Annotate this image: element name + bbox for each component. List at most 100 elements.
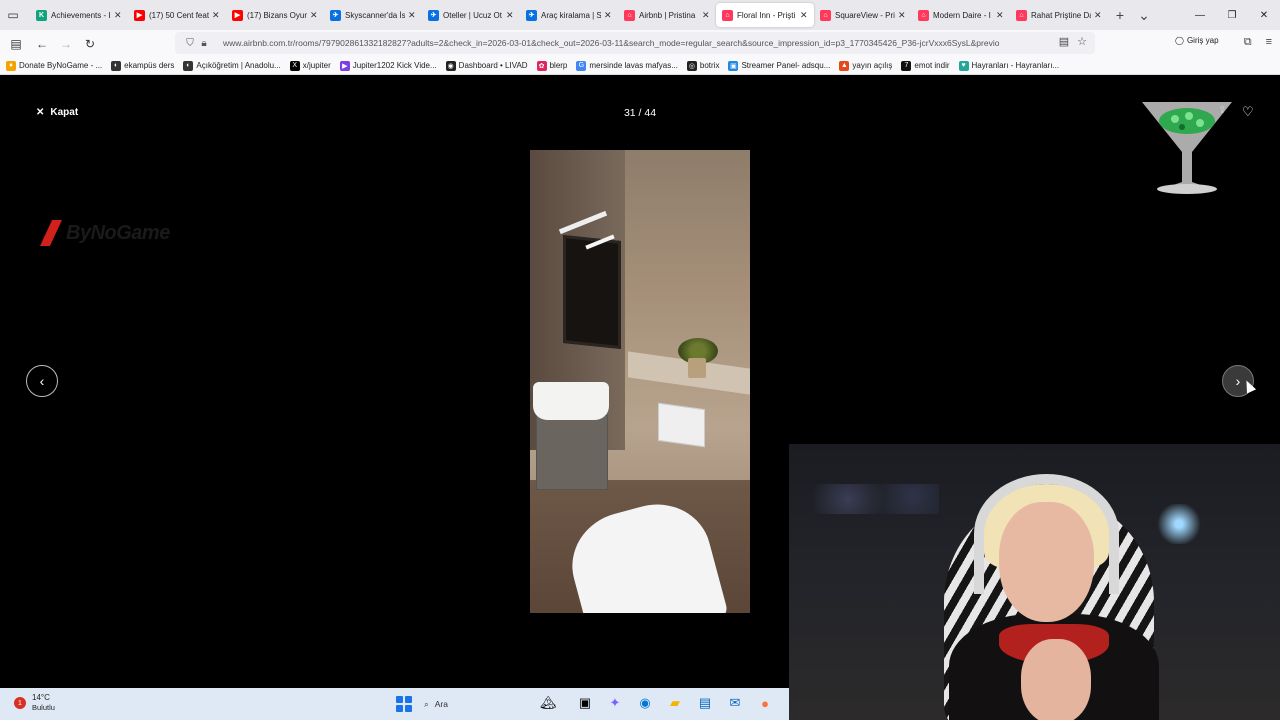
tracking-shield-icon[interactable]: ⛉ [183,38,197,49]
bookmark-item[interactable]: ♦ Donate ByNoGame - ... [6,60,102,71]
edge-icon[interactable]: ◉ [634,692,656,714]
tab-favicon-icon: ⌂ [1016,9,1027,21]
tab-close-icon[interactable]: ✕ [800,10,808,21]
close-window-button[interactable]: ✕ [1248,0,1280,30]
bookmark-item[interactable]: ◎ botrix [686,60,719,71]
bookmark-item[interactable]: ◉ Dashboard • LIVAD [445,60,528,71]
tab-title: Achievements - I [51,10,111,20]
bookmark-favicon-icon: ◉ [445,60,456,71]
bookmark-label: mersinde lavas mafyas... [589,61,678,70]
browser-tab[interactable]: ▶ (17) 50 Cent feat ✕ [128,3,226,27]
bookmark-label: ekampüs ders [124,61,175,70]
browser-tab[interactable]: ⌂ Modern Daire - I ✕ [912,3,1010,27]
tab-close-icon[interactable]: ✕ [898,10,906,21]
browser-tab[interactable]: ⌂ Floral Inn - Prişti ✕ [716,3,814,27]
tab-close-icon[interactable]: ✕ [996,10,1004,21]
lock-icon[interactable]: 🔒︎ [197,38,211,49]
browser-tab[interactable]: ⌂ Rahat Priştine Da ✕ [1010,3,1108,27]
window-controls: — ❐ ✕ [1184,0,1280,30]
browser-tab[interactable]: ⌂ Airbnb | Pristina ✕ [618,3,716,27]
start-button[interactable] [396,696,412,712]
maximize-button[interactable]: ❐ [1216,0,1248,30]
previous-photo-button[interactable]: ‹ [26,365,58,397]
screen: ▭ K Achievements - I ✕ ▶ (17) 50 Cent feat ✕ ▶… [0,0,1280,720]
tab-close-icon[interactable]: ✕ [604,10,612,21]
bookmark-item[interactable]: Gmersinde lavas mafyas... [576,60,678,71]
new-tab-button[interactable]: + [1108,3,1132,27]
tab-close-icon[interactable]: ✕ [212,10,220,21]
tab-title: Araç kiralama | S [541,10,601,20]
browser-tab[interactable]: ⌂ SquareView - Pri ✕ [814,3,912,27]
store-icon[interactable]: ▤ [694,692,716,714]
bookmark-favicon-icon: ♥ [958,60,969,71]
account-button[interactable]: ◯ Giriş yap [1175,36,1219,45]
tab-close-icon[interactable]: ✕ [702,10,710,21]
minimize-button[interactable]: — [1184,0,1216,30]
browser-tab[interactable]: ▶ (17) Bizans Oyun ✕ [226,3,324,27]
close-viewer-button[interactable]: ✕ Kapat [36,107,78,118]
bookmark-item[interactable]: 7 emot indir [901,60,950,71]
copilot-icon[interactable]: ✦ [604,692,626,714]
reload-button[interactable]: ↻ [78,32,102,56]
tab-close-icon[interactable]: ✕ [1094,10,1102,21]
bookmarks-bar: ♦ Donate ByNoGame - ... ◐ ekampüs ders ◐ Açık… [0,57,1280,75]
bookmark-item[interactable]: ◐ Açıköğretim | Anadolu... [183,60,281,71]
task-view-icon[interactable]: ▣ [574,692,596,714]
close-label: Kapat [50,107,79,118]
weather-temperature: 14°C [32,693,50,702]
bookmark-item[interactable]: ▲ yayın açılış [839,60,892,71]
taskbar-search[interactable]: ⌕ Ara [424,694,524,714]
weather-widget[interactable]: 1 14°C Bulutlu [14,693,55,713]
tab-favicon-icon: ⌂ [624,9,635,21]
address-bar-actions: ▤ ☆ [1059,35,1087,48]
bookmark-star-icon[interactable]: ☆ [1077,35,1087,48]
browser-tab[interactable]: ✈ Skyscanner'da İst ✕ [324,3,422,27]
bookmark-favicon-icon: ✿ [536,60,547,71]
listing-photo [530,150,750,613]
bookmark-item[interactable]: ✿ blerp [536,60,567,71]
back-button[interactable]: ← [30,32,54,56]
url-text[interactable]: www.airbnb.com.tr/rooms/7979028613321828… [223,38,1053,48]
tab-bar: ▭ K Achievements - I ✕ ▶ (17) 50 Cent feat ✕ ▶… [0,0,1280,30]
bookmark-item[interactable]: ▣ Streamer Panel- adsqu... [728,60,830,71]
cocktail-glass-icon [1142,102,1232,194]
sidebar-toggle-icon[interactable]: ▤ [4,32,28,56]
menu-icon[interactable]: ≡ [1266,36,1272,49]
tab-close-icon[interactable]: ✕ [310,10,318,21]
widgets-icon[interactable]: 🏔︎ [530,692,566,714]
bookmark-label: emot indir [914,61,950,70]
file-explorer-icon[interactable]: ▰ [664,692,686,714]
taskbar-apps: 🏔︎ ▣ ✦ ◉ ▰ ▤ ✉ ● [530,692,776,714]
tab-overview-icon[interactable]: ▭ [0,2,26,28]
tab-close-icon[interactable]: ✕ [114,10,122,21]
bookmark-item[interactable]: ♥ Hayranları - Hayranları... [958,60,1059,71]
reader-view-icon[interactable]: ▤ [1059,35,1069,48]
tab-close-icon[interactable]: ✕ [408,10,416,21]
close-icon: ✕ [36,107,45,118]
browser-tab[interactable]: ✈ Oteller | Ucuz Ot ✕ [422,3,520,27]
weather-condition: Bulutlu [32,703,55,712]
bookmark-item[interactable]: Xx/jupiter [289,60,331,71]
forward-button[interactable]: → [54,32,78,56]
heart-icon[interactable]: ♡ [1242,104,1254,120]
bookmark-item[interactable]: ◐ ekampüs ders [111,60,175,71]
bookmark-label: Açıköğretim | Anadolu... [196,61,281,70]
firefox-icon[interactable]: ● [754,692,776,714]
tab-close-icon[interactable]: ✕ [506,10,514,21]
photo-counter: 31 / 44 [623,107,657,119]
webcam-overlay [789,444,1280,720]
bookmark-favicon-icon: ◎ [686,60,697,71]
extensions-icon[interactable]: ⧉ [1244,36,1252,49]
browser-tab[interactable]: ✈ Araç kiralama | S ✕ [520,3,618,27]
chevron-left-icon: ‹ [39,373,45,389]
tab-list-chevron-icon[interactable]: ⌄ [1132,3,1156,27]
bookmark-favicon-icon: ▶ [339,60,350,71]
bookmark-favicon-icon: G [576,60,587,71]
bookmark-item[interactable]: ▶ Jupiter1202 Kick Vide... [339,60,437,71]
search-icon: ⌕ [424,698,429,709]
bookmark-label: Dashboard • LIVAD [458,61,528,70]
browser-tab[interactable]: K Achievements - I ✕ [30,3,128,27]
tab-title: Skyscanner'da İst [345,10,405,20]
address-bar[interactable]: ⛉ 🔒︎ www.airbnb.com.tr/rooms/79790286133… [175,32,1095,54]
outlook-icon[interactable]: ✉ [724,692,746,714]
